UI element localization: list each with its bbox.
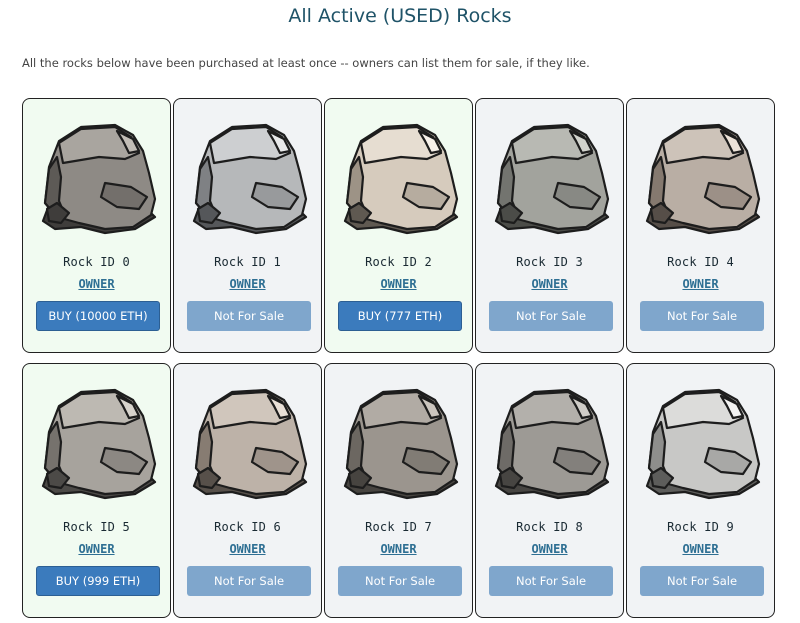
rock-card: Rock ID 6 OWNER Not For Sale — [173, 363, 322, 618]
not-for-sale-button[interactable]: Not For Sale — [640, 301, 764, 331]
rock-icon — [494, 388, 610, 500]
rock-id-label: Rock ID 6 — [214, 520, 281, 534]
rock-card: Rock ID 0 OWNER BUY (10000 ETH) — [22, 98, 171, 353]
owner-link[interactable]: OWNER — [174, 542, 321, 556]
not-for-sale-button[interactable]: Not For Sale — [489, 566, 613, 596]
rock-icon — [192, 388, 308, 500]
owner-link[interactable]: OWNER — [627, 542, 774, 556]
rock-card: Rock ID 3 OWNER Not For Sale — [475, 98, 624, 353]
rock-id-label: Rock ID 7 — [365, 520, 432, 534]
rock-card: Rock ID 7 OWNER Not For Sale — [324, 363, 473, 618]
rock-card: Rock ID 5 OWNER BUY (999 ETH) — [22, 363, 171, 618]
rock-id-label: Rock ID 4 — [667, 255, 734, 269]
rock-card: Rock ID 4 OWNER Not For Sale — [626, 98, 775, 353]
owner-link[interactable]: OWNER — [627, 277, 774, 291]
buy-button[interactable]: BUY (777 ETH) — [338, 301, 462, 331]
owner-link[interactable]: OWNER — [23, 277, 170, 291]
rock-icon — [192, 123, 308, 235]
buy-button[interactable]: BUY (10000 ETH) — [36, 301, 160, 331]
rock-card: Rock ID 1 OWNER Not For Sale — [173, 98, 322, 353]
rock-icon — [41, 123, 157, 235]
rock-id-label: Rock ID 1 — [214, 255, 281, 269]
rock-id-label: Rock ID 3 — [516, 255, 583, 269]
rock-icon — [41, 388, 157, 500]
not-for-sale-button[interactable]: Not For Sale — [187, 566, 311, 596]
rock-card: Rock ID 2 OWNER BUY (777 ETH) — [324, 98, 473, 353]
not-for-sale-button[interactable]: Not For Sale — [338, 566, 462, 596]
owner-link[interactable]: OWNER — [476, 542, 623, 556]
rock-id-label: Rock ID 8 — [516, 520, 583, 534]
not-for-sale-button[interactable]: Not For Sale — [187, 301, 311, 331]
rock-icon — [645, 388, 761, 500]
rock-icon — [343, 123, 459, 235]
owner-link[interactable]: OWNER — [325, 542, 472, 556]
rock-icon — [494, 123, 610, 235]
rock-id-label: Rock ID 9 — [667, 520, 734, 534]
rock-id-label: Rock ID 0 — [63, 255, 130, 269]
rock-id-label: Rock ID 5 — [63, 520, 130, 534]
page-title: All Active (USED) Rocks — [288, 5, 512, 27]
owner-link[interactable]: OWNER — [325, 277, 472, 291]
intro-text: All the rocks below have been purchased … — [22, 56, 590, 70]
not-for-sale-button[interactable]: Not For Sale — [640, 566, 764, 596]
rock-icon — [343, 388, 459, 500]
page: All Active (USED) Rocks All the rocks be… — [0, 0, 800, 623]
owner-link[interactable]: OWNER — [476, 277, 623, 291]
buy-button[interactable]: BUY (999 ETH) — [36, 566, 160, 596]
owner-link[interactable]: OWNER — [174, 277, 321, 291]
owner-link[interactable]: OWNER — [23, 542, 170, 556]
not-for-sale-button[interactable]: Not For Sale — [489, 301, 613, 331]
rock-grid: Rock ID 0 OWNER BUY (10000 ETH) Rock ID … — [22, 98, 778, 618]
rock-card: Rock ID 8 OWNER Not For Sale — [475, 363, 624, 618]
rock-icon — [645, 123, 761, 235]
rock-card: Rock ID 9 OWNER Not For Sale — [626, 363, 775, 618]
rock-id-label: Rock ID 2 — [365, 255, 432, 269]
